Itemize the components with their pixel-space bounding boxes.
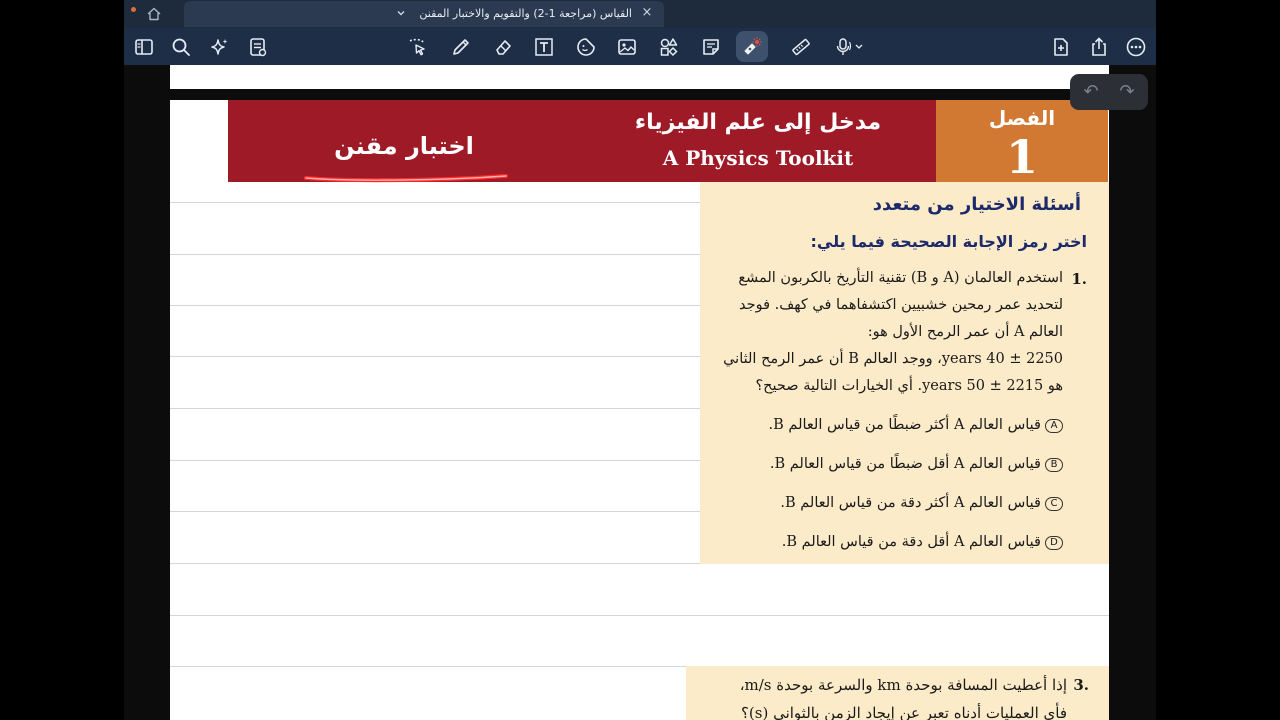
document-list-icon[interactable]	[247, 36, 269, 58]
question-text-line: إذا أعطيت المسافة بوحدة km والسرعة بوحدة…	[739, 676, 1067, 694]
answer-option-b[interactable]: B قياس العالم A أقل ضبطًا من قياس العالم …	[770, 456, 1063, 472]
note-line	[170, 356, 700, 357]
banner-test-label: اختبار مقنن	[334, 132, 474, 160]
pen-icon[interactable]	[450, 36, 472, 58]
laser-pointer-icon	[744, 37, 762, 55]
section-title: أسئلة الاختيار من متعدد	[872, 194, 1081, 215]
sidebar-icon[interactable]	[133, 36, 155, 58]
option-text: قياس العالم A أقل دقة من قياس العالم B.	[781, 534, 1041, 550]
recording-dot	[131, 7, 136, 12]
toolbar	[124, 28, 1156, 65]
banner-title-arabic: مدخل إلى علم الفيزياء	[634, 110, 882, 135]
sticky-note-icon[interactable]	[700, 36, 722, 58]
home-icon[interactable]	[146, 6, 162, 22]
note-line	[170, 615, 1109, 616]
sticker-icon[interactable]	[575, 36, 597, 58]
app-window: القياس (مراجعة 1-2) والتقويم والاختبار ا…	[124, 0, 1156, 720]
eraser-icon[interactable]	[492, 36, 514, 58]
more-icon[interactable]	[1125, 36, 1147, 58]
instruction-text: اختر رمز الإجابة الصحيحة فيما يلي:	[810, 232, 1088, 251]
previous-page-edge	[170, 65, 1109, 89]
option-letter: D	[1045, 536, 1063, 550]
answer-option-a[interactable]: A قياس العالم A أكثر ضبطًا من قياس العالم…	[769, 417, 1063, 433]
redo-button[interactable]: ↷	[1116, 81, 1138, 103]
question-panel-3: 3. إذا أعطيت المسافة بوحدة km والسرعة بو…	[686, 666, 1109, 720]
add-page-icon[interactable]	[1050, 36, 1072, 58]
document-tab[interactable]: القياس (مراجعة 1-2) والتقويم والاختبار ا…	[184, 1, 664, 27]
close-tab-button[interactable]: ×	[640, 6, 654, 20]
search-icon[interactable]	[170, 36, 192, 58]
question-number: 1.	[1071, 270, 1087, 288]
question-text-line: استخدم العالمان (A و B) تقنية التأريخ با…	[738, 270, 1063, 286]
option-text: قياس العالم A أكثر ضبطًا من قياس العالم …	[768, 417, 1041, 433]
question-panel: أسئلة الاختيار من متعدد اختر رمز الإجابة…	[700, 182, 1109, 564]
text-box-icon[interactable]	[533, 36, 555, 58]
question-text-line: هو 2215 ± 50 years. أي الخيارات التالية …	[755, 378, 1063, 394]
note-line	[170, 305, 700, 306]
document-page[interactable]: مدخل إلى علم الفيزياء A Physics Toolkit …	[170, 100, 1109, 720]
shapes-icon[interactable]	[658, 36, 680, 58]
lasso-icon[interactable]	[406, 36, 428, 58]
option-letter: B	[1045, 458, 1063, 472]
laser-pointer-button[interactable]	[736, 31, 768, 62]
red-pen-annotation	[304, 174, 508, 183]
question-text-line: 2250 ± 40 years، ووجد العالم B أن عمر ال…	[723, 351, 1063, 367]
option-letter: C	[1045, 497, 1063, 511]
tab-title: القياس (مراجعة 1-2) والتقويم والاختبار ا…	[419, 7, 632, 20]
undo-redo-controls: ↶ ↷	[1070, 74, 1148, 110]
option-letter: A	[1045, 419, 1063, 433]
question-text-line: العالم A أن عمر الرمح الأول هو:	[867, 324, 1063, 340]
microphone-icon[interactable]	[834, 36, 864, 58]
chapter-number: 1	[1005, 130, 1038, 184]
option-text: قياس العالم A أقل ضبطًا من قياس العالم B…	[769, 456, 1041, 472]
ruler-icon[interactable]	[790, 36, 812, 58]
undo-button[interactable]: ↶	[1080, 81, 1102, 103]
tab-bar: القياس (مراجعة 1-2) والتقويم والاختبار ا…	[124, 0, 1156, 28]
answer-option-c[interactable]: C قياس العالم A أكثر دقة من قياس العالم B…	[780, 495, 1063, 511]
question-number: 3.	[1073, 676, 1089, 694]
sparkle-icon[interactable]	[209, 36, 231, 58]
banner-title-english: A Physics Toolkit	[662, 146, 854, 170]
question-text-line: فأي العمليات أدناه تعبر عن إيجاد الزمن ب…	[740, 704, 1067, 720]
note-line	[170, 202, 700, 203]
chevron-down-icon[interactable]	[396, 8, 406, 18]
answer-option-d[interactable]: D قياس العالم A أقل دقة من قياس العالم B.	[782, 534, 1063, 550]
note-line	[170, 511, 700, 512]
chapter-banner: مدخل إلى علم الفيزياء A Physics Toolkit …	[228, 100, 936, 183]
share-icon[interactable]	[1088, 36, 1110, 58]
option-text: قياس العالم A أكثر دقة من قياس العالم B.	[780, 495, 1041, 511]
note-line	[170, 408, 700, 409]
question-text-line: لتحديد عمر رمحين خشبيين اكتشفاهما في كهف…	[739, 297, 1063, 313]
chapter-number-box: الفصل 1	[936, 100, 1108, 184]
image-icon[interactable]	[616, 36, 638, 58]
note-line	[170, 254, 700, 255]
note-line	[170, 460, 700, 461]
